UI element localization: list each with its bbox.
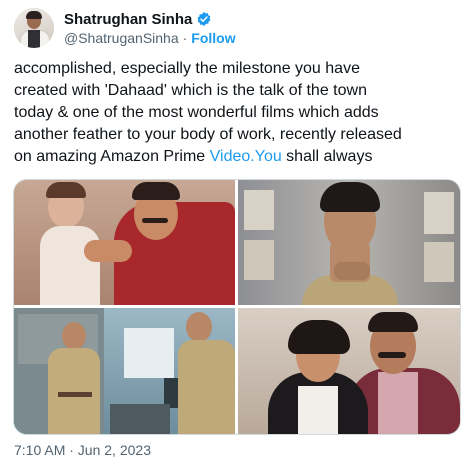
separator-dot: · <box>182 30 188 46</box>
media-photo-officers-office[interactable] <box>14 308 235 434</box>
follow-button[interactable]: Follow <box>191 30 235 46</box>
media-photo-officer-portrait[interactable] <box>238 180 460 305</box>
tweet-link[interactable]: Video.You <box>210 148 282 165</box>
tweet-header: Shatrughan Sinha @ShatruganSinha · Follo… <box>14 8 454 52</box>
author-handle[interactable]: @ShatruganSinha <box>64 30 179 46</box>
tweet-line: another feather to your body of work, re… <box>14 126 402 143</box>
author-name[interactable]: Shatrughan Sinha <box>64 11 192 28</box>
media-photo-childhood[interactable] <box>14 180 235 305</box>
tweet-text: accomplished, especially the milestone y… <box>14 58 462 168</box>
media-grid <box>13 179 461 435</box>
avatar[interactable] <box>14 8 54 48</box>
tweet-line: on amazing Amazon Prime Video.You shall … <box>14 146 462 168</box>
tweet-line-text: shall always <box>281 148 373 165</box>
tweet-line-text: on amazing Amazon Prime <box>14 148 210 165</box>
media-photo-family-portrait[interactable] <box>238 308 460 434</box>
author-handle-row: @ShatruganSinha · Follow <box>64 30 236 46</box>
tweet-timestamp[interactable]: 7:10 AM · Jun 2, 2023 <box>14 442 151 458</box>
tweet-line: today & one of the most wonderful films … <box>14 104 379 121</box>
verified-badge-icon <box>196 11 212 27</box>
author-name-row: Shatrughan Sinha <box>64 10 212 28</box>
tweet-line: accomplished, especially the milestone y… <box>14 60 360 77</box>
tweet-line: created with 'Dahaad' which is the talk … <box>14 82 367 99</box>
